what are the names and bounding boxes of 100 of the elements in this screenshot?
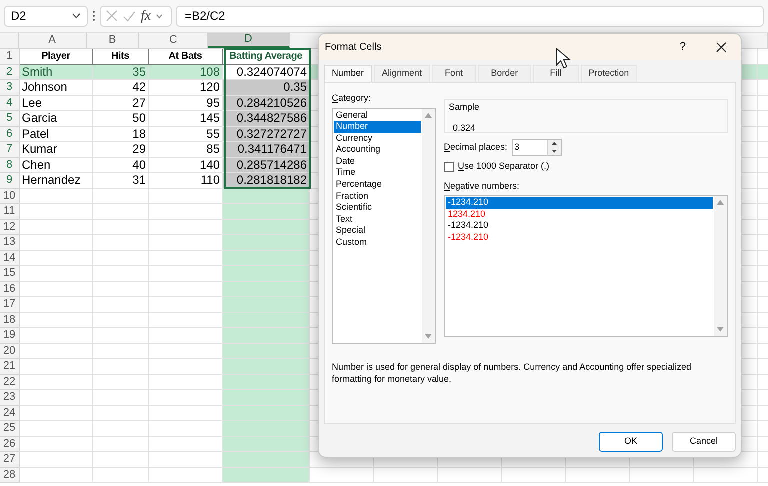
table-cell: Johnson (20, 80, 93, 96)
table-cell: 40 (93, 158, 149, 173)
table-cell: 50 (93, 111, 149, 126)
category-item[interactable]: Text (334, 214, 421, 226)
row-header[interactable]: 11 (0, 204, 20, 220)
row-header[interactable]: 23 (0, 390, 20, 406)
table-cell: 0.344827586 (223, 111, 310, 126)
category-item[interactable]: Custom (334, 237, 421, 249)
scroll-down-icon[interactable] (717, 327, 724, 332)
dialog-tab[interactable]: Protection (580, 65, 638, 82)
table-cell: Chen (20, 158, 93, 173)
column-header[interactable]: A (18, 33, 87, 48)
decimal-places-field[interactable]: 3 (512, 139, 562, 156)
row-header[interactable]: 10 (0, 188, 20, 204)
category-item[interactable]: Scientific (334, 202, 421, 214)
category-item[interactable]: Time (334, 167, 421, 180)
row-header[interactable]: 20 (0, 344, 20, 359)
close-icon[interactable] (716, 42, 727, 52)
row-header[interactable]: 24 (0, 406, 20, 421)
dialog-tab[interactable]: Alignment (374, 65, 430, 82)
row-header[interactable]: 19 (0, 328, 20, 344)
row-header[interactable]: 28 (0, 468, 20, 483)
row-header[interactable]: 21 (0, 359, 20, 374)
dialog-button[interactable]: OK (599, 432, 663, 452)
scroll-down-icon[interactable] (425, 334, 432, 338)
table-cell: Lee (20, 96, 93, 111)
spin-down-icon[interactable] (552, 150, 557, 153)
insert-function-button[interactable]: fx (141, 6, 152, 26)
row-header[interactable]: 27 (0, 452, 20, 468)
name-box[interactable]: D2 (4, 6, 88, 26)
cancel-icon[interactable] (106, 10, 118, 22)
table-cell: 42 (93, 80, 149, 96)
row-header[interactable]: 8 (0, 158, 20, 173)
row-header[interactable]: 22 (0, 374, 20, 390)
dialog-tab[interactable]: Border (478, 65, 532, 82)
dialog-tab[interactable]: Fill (533, 65, 579, 82)
row-header[interactable]: 12 (0, 220, 20, 235)
category-item[interactable]: Date (334, 156, 421, 168)
row-header[interactable]: 17 (0, 297, 20, 312)
row-header[interactable]: 18 (0, 312, 20, 328)
category-item[interactable]: Special (334, 225, 421, 238)
more-icon[interactable] (92, 10, 96, 22)
format-description: Number is used for general display of numbers. Currency and Accounting offer specialized formatting for monetary value. (332, 360, 693, 384)
row-header[interactable]: 15 (0, 266, 20, 282)
separator-label: Use 1000 Separator (,) (458, 160, 550, 173)
row-header[interactable]: 13 (0, 235, 20, 250)
table-cell: 18 (93, 126, 149, 142)
chevron-down-icon[interactable] (72, 13, 81, 19)
table-cell: 0.341176471 (223, 142, 310, 158)
row-header[interactable]: 6 (0, 126, 20, 142)
scrollbar[interactable] (422, 108, 435, 342)
row-header[interactable]: 25 (0, 421, 20, 436)
negative-format-item[interactable]: 1234.210 (446, 208, 713, 220)
row-header[interactable]: 4 (0, 96, 20, 111)
scroll-up-icon[interactable] (425, 112, 432, 118)
dialog-tab[interactable]: Font (432, 65, 476, 82)
category-item[interactable]: Percentage (334, 179, 421, 191)
negative-format-item[interactable]: -1234.210 (446, 232, 713, 244)
scrollbar[interactable] (714, 196, 727, 336)
table-cell: 0.35 (223, 80, 310, 96)
table-cell: Garcia (20, 111, 93, 126)
category-item[interactable]: Number (334, 121, 421, 133)
table-cell: 31 (93, 173, 149, 188)
category-item[interactable]: General (334, 110, 421, 122)
sample-value: 0.324 (452, 122, 477, 134)
negative-format-item[interactable]: -1234.210 (446, 197, 713, 209)
negative-format-item[interactable]: -1234.210 (446, 220, 713, 232)
check-icon[interactable] (123, 10, 136, 22)
dialog-title: Format Cells (325, 40, 383, 54)
row-header[interactable]: 14 (0, 250, 20, 266)
mouse-pointer-icon (556, 48, 572, 70)
category-item[interactable]: Accounting (334, 144, 421, 156)
table-cell: 0.324074074 (223, 64, 310, 80)
row-header[interactable]: 7 (0, 142, 20, 158)
row-header[interactable]: 26 (0, 436, 20, 452)
category-item[interactable]: Currency (334, 132, 421, 144)
negative-numbers-label: Negative numbers: (444, 180, 521, 193)
category-label: Category: (332, 92, 372, 105)
scroll-up-icon[interactable] (717, 200, 724, 205)
row-header[interactable]: 5 (0, 111, 20, 126)
table-cell: Smith (20, 64, 93, 80)
table-cell: Patel (20, 126, 93, 142)
dialog-tab[interactable]: Number (324, 65, 372, 82)
table-cell: 0.327272727 (223, 126, 310, 142)
separator-checkbox[interactable] (444, 162, 454, 172)
dialog-button[interactable]: Cancel (672, 432, 736, 452)
spin-up-icon[interactable] (552, 142, 557, 146)
table-cell: 29 (93, 142, 149, 158)
category-item[interactable]: Fraction (334, 190, 421, 202)
row-header[interactable]: 9 (0, 173, 20, 188)
sample-label: Sample (449, 101, 481, 114)
formula-field[interactable]: =B2/C2 (176, 6, 764, 26)
column-header[interactable]: B (86, 33, 140, 48)
table-cell: 35 (93, 64, 149, 80)
row-header[interactable]: 3 (0, 80, 20, 96)
row-header[interactable]: 1 (0, 49, 20, 64)
row-header[interactable]: 16 (0, 282, 20, 297)
help-button[interactable]: ? (680, 38, 686, 56)
row-header[interactable]: 2 (0, 64, 20, 80)
column-header[interactable]: D (208, 33, 290, 48)
